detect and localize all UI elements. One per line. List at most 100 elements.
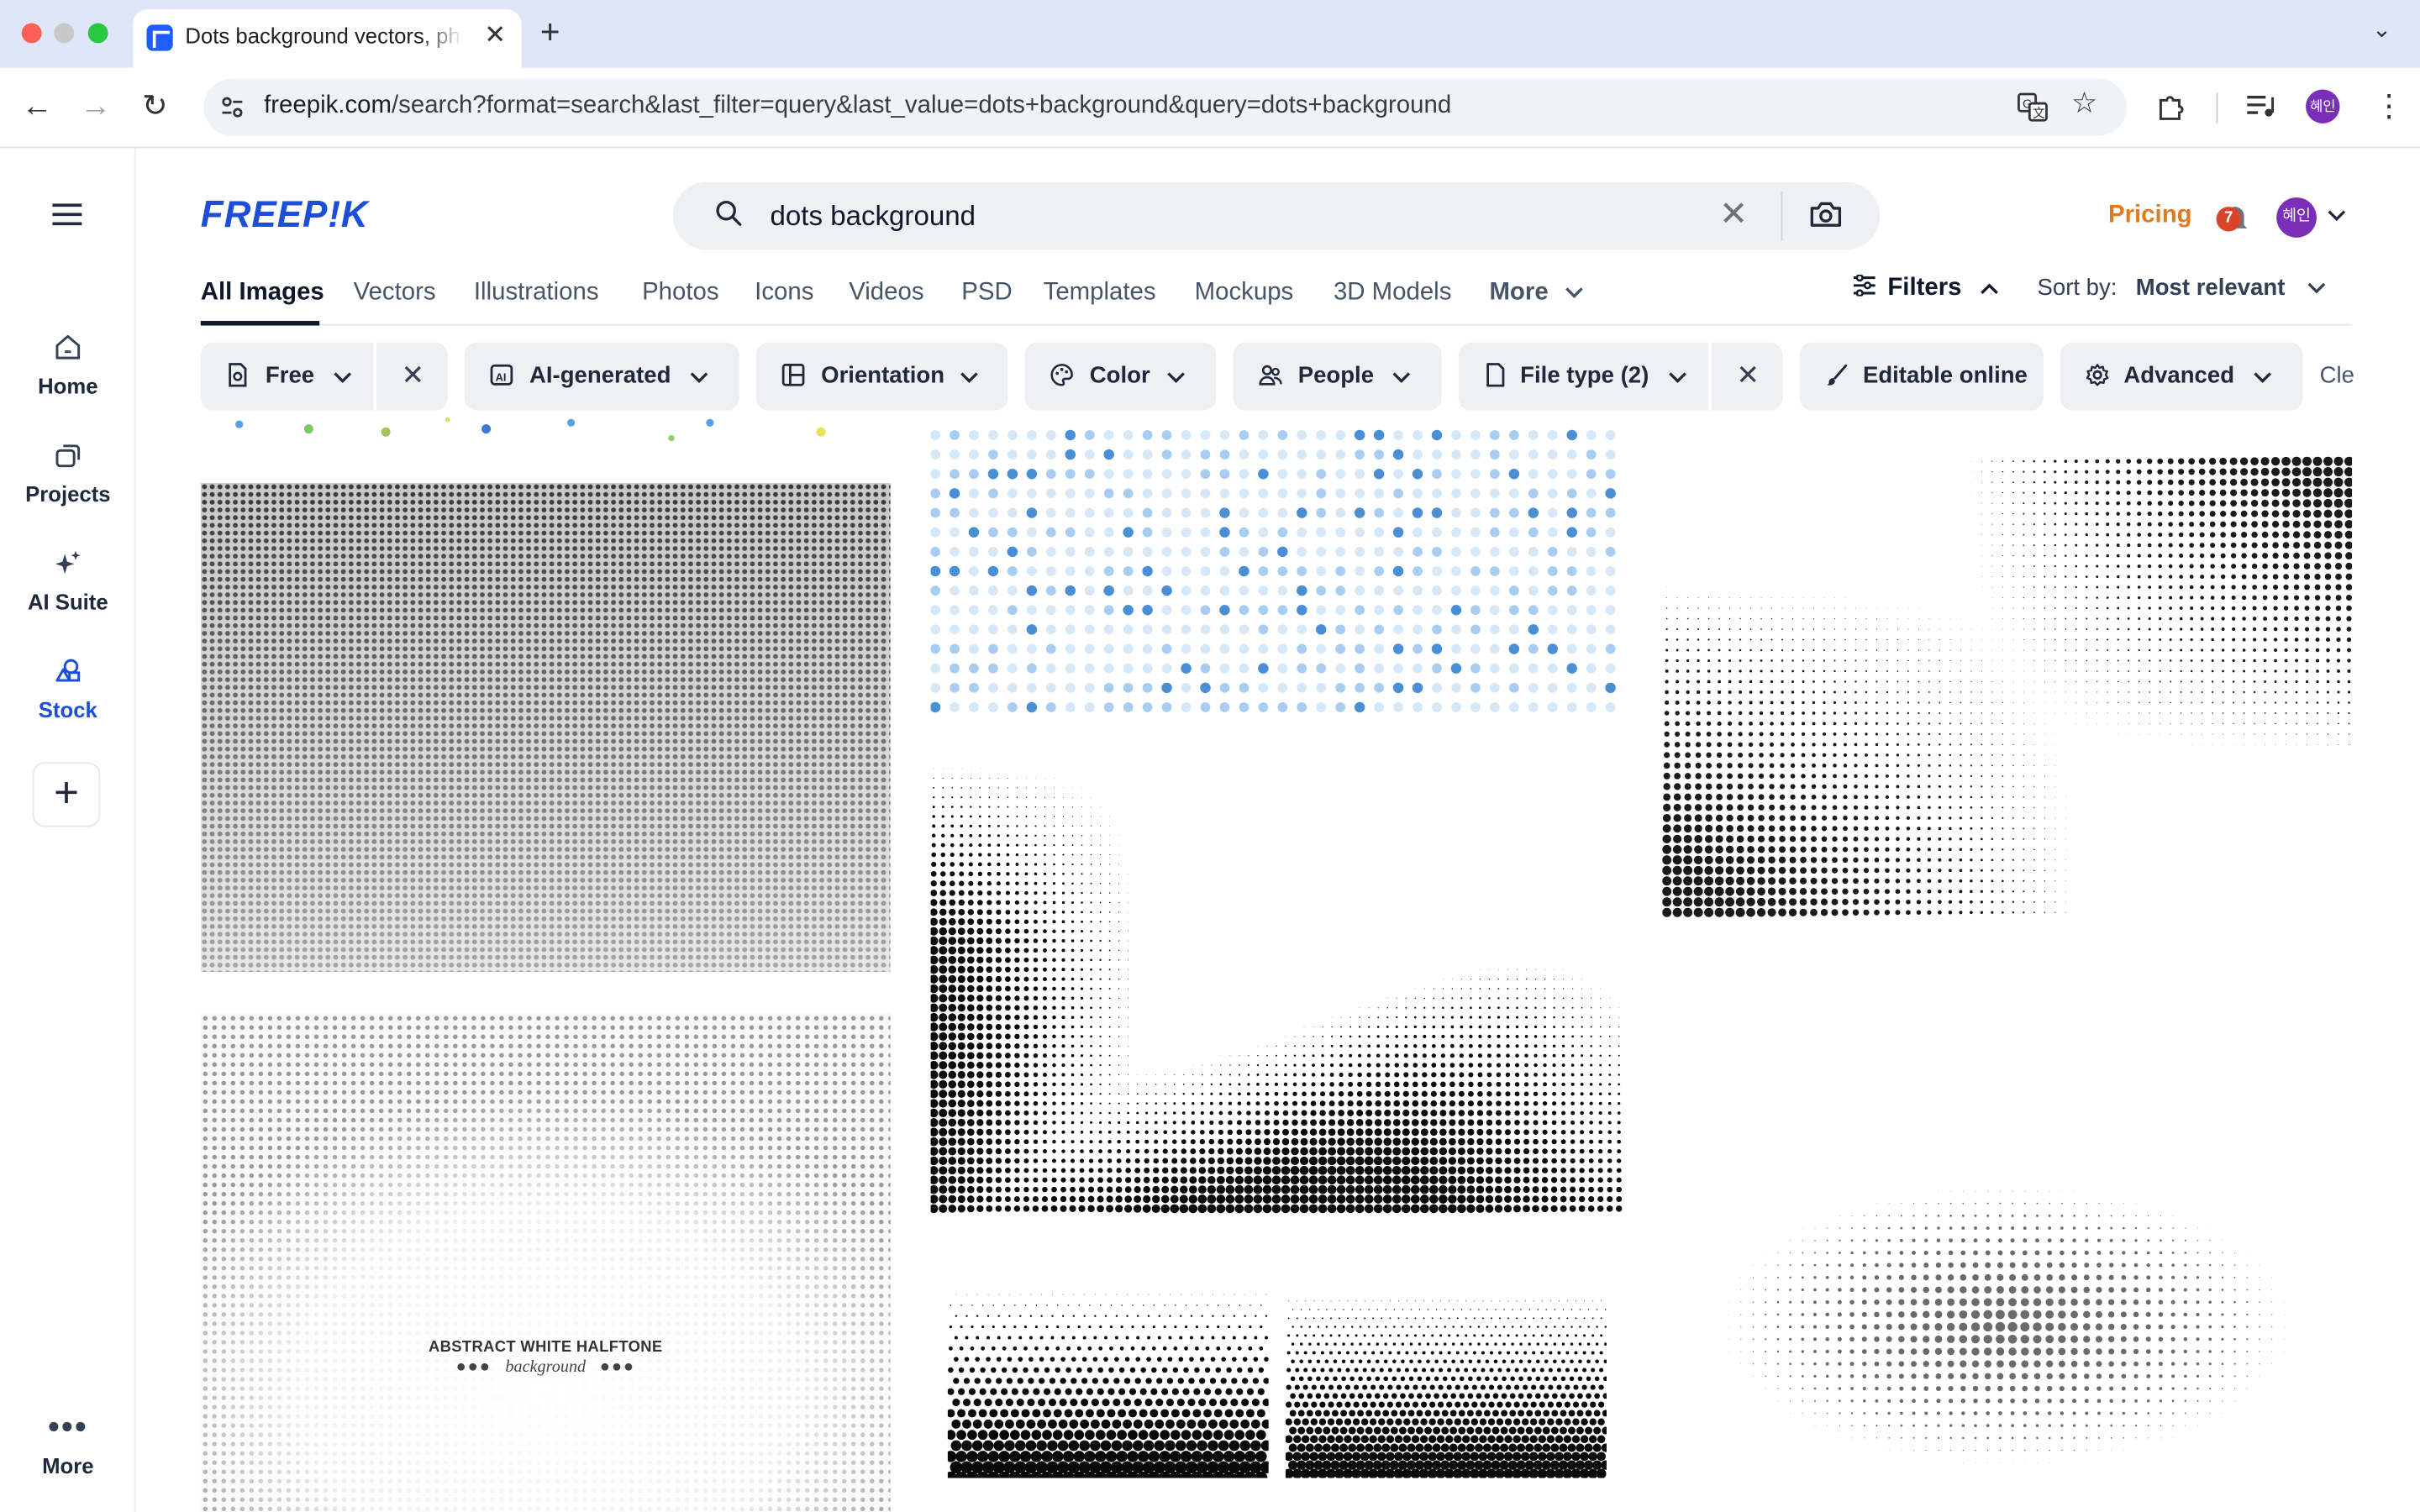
filters-label: Filters (1887, 274, 1962, 302)
chip-label: File type (2) (1520, 362, 1649, 389)
hamburger-menu-icon[interactable] (52, 203, 82, 226)
url-text[interactable]: freepik.com/search?format=search&last_fi… (264, 92, 1451, 120)
result-image-diagonal-halftone[interactable] (1662, 456, 2353, 923)
bookmark-star-icon[interactable]: ☆ (2071, 90, 2097, 119)
back-arrow-icon[interactable]: ← (22, 88, 53, 125)
close-window-button[interactable] (21, 23, 42, 44)
result-image-gradient-halftone-left[interactable] (947, 1280, 1269, 1478)
tab-3d-models[interactable]: 3D Models (1334, 279, 1451, 307)
chevron-down-icon (690, 372, 708, 384)
result-image-confetti-dots[interactable] (200, 413, 891, 444)
chevron-up-icon (1981, 283, 1999, 295)
tab-videos[interactable]: Videos (849, 279, 923, 307)
clear-search-icon[interactable]: ✕ (1719, 194, 1748, 234)
freepik-logo[interactable]: FREEP!K (201, 194, 369, 237)
media-controls-icon[interactable] (2245, 92, 2276, 120)
remove-filter-icon[interactable]: ✕ (1736, 360, 1760, 392)
chevron-down-icon (960, 372, 978, 384)
filter-chip-orientation[interactable]: Orientation (756, 342, 1008, 411)
tab-mockups[interactable]: Mockups (1195, 279, 1294, 307)
browser-tab[interactable]: Dots background vectors, photos and PSD … (132, 9, 522, 68)
result-image-wave-halftone[interactable] (930, 756, 1623, 1215)
sidebar-item-ai-suite[interactable]: AI Suite (0, 546, 136, 614)
tab-search-chevron-icon[interactable]: ⌄ (2372, 15, 2391, 43)
browser-profile-avatar[interactable]: 혜인 (2306, 89, 2340, 123)
tab-more-label: More (1489, 279, 1549, 306)
tab-vectors[interactable]: Vectors (354, 279, 436, 307)
translate-icon[interactable]: G文 (2018, 92, 2049, 129)
pricing-link[interactable]: Pricing (2108, 202, 2192, 230)
tab-icons[interactable]: Icons (755, 279, 813, 307)
search-divider (1781, 191, 1783, 241)
remove-filter-icon[interactable]: ✕ (402, 360, 425, 392)
address-bar[interactable]: freepik.com/search?format=search&last_fi… (203, 78, 2128, 136)
tab-photos[interactable]: Photos (642, 279, 718, 307)
tab-close-icon[interactable]: ✕ (484, 20, 506, 51)
chevron-down-icon[interactable] (2328, 202, 2346, 227)
result-image-blue-dots[interactable] (930, 419, 1623, 717)
gear-icon (2086, 364, 2109, 386)
sidebar-item-label: AI Suite (27, 589, 108, 615)
sort-dropdown[interactable]: Sort by: Most relevant (2037, 275, 2325, 301)
filter-chip-advanced[interactable]: Advanced (2060, 342, 2303, 411)
filter-chip-people[interactable]: People (1233, 342, 1442, 411)
tab-more[interactable]: More (1489, 279, 1583, 307)
chip-divider (373, 342, 377, 411)
chevron-down-icon (2307, 282, 2325, 294)
tab-all-images[interactable]: All Images (201, 279, 324, 307)
filters-toggle-button[interactable]: Filters (1852, 274, 1999, 302)
browser-menu-icon[interactable]: ⋮ (2374, 88, 2405, 125)
filter-chip-color[interactable]: Color (1024, 342, 1217, 411)
projects-icon (0, 438, 136, 472)
result-image-gradient-halftone-right[interactable] (1286, 1280, 1607, 1478)
camera-search-icon[interactable] (1809, 201, 1843, 228)
image-caption: ABSTRACT WHITE HALFTONE ●●● background ●… (201, 1339, 891, 1376)
minimize-window-button[interactable] (54, 23, 75, 44)
chip-label: People (1297, 362, 1375, 389)
reload-icon[interactable]: ↻ (142, 88, 168, 125)
user-avatar[interactable]: 혜인 (2276, 197, 2317, 238)
search-icon (716, 200, 742, 226)
chevron-down-icon (1167, 372, 1185, 384)
tab-psd[interactable]: PSD (961, 279, 1012, 307)
new-tab-icon[interactable]: + (540, 13, 560, 53)
filter-chip-free[interactable]: Free ✕ (200, 342, 448, 411)
site-settings-icon[interactable] (219, 94, 245, 120)
create-plus-button[interactable]: + (32, 762, 101, 827)
sidebar-item-more[interactable]: ••• More (0, 1410, 136, 1478)
sidebar-item-label: Home (38, 373, 98, 398)
chip-label: Advanced (2123, 362, 2235, 389)
filter-chip-ai-generated[interactable]: AI AI-generated (464, 342, 739, 411)
tab-illustrations[interactable]: Illustrations (474, 279, 599, 307)
chip-divider (1708, 342, 1712, 411)
result-image-white-halftone[interactable]: ABSTRACT WHITE HALFTONE ●●● background ●… (200, 1013, 891, 1512)
license-icon (229, 363, 247, 387)
filter-chip-file-type[interactable]: File type (2) ✕ (1458, 342, 1783, 411)
forward-arrow-icon[interactable]: → (81, 88, 112, 125)
result-image-grey-dot-field[interactable] (1697, 1123, 2316, 1491)
category-tabs: All Images Vectors Illustrations Photos … (200, 271, 2353, 326)
sidebar-item-label: Projects (25, 481, 111, 507)
sidebar-item-projects[interactable]: Projects (0, 438, 136, 507)
left-sidebar: Home Projects AI Suite Stock + ••• More (0, 148, 136, 1512)
tab-strip: Dots background vectors, photos and PSD … (0, 0, 2420, 68)
halftone-title: ABSTRACT WHITE HALFTONE (429, 1339, 663, 1357)
sidebar-item-stock[interactable]: Stock (0, 654, 136, 722)
freepik-favicon-icon (146, 24, 173, 51)
clear-filters-button[interactable]: Cle (2320, 363, 2354, 389)
sidebar-item-home[interactable]: Home (0, 330, 136, 398)
toolbar-divider (2216, 92, 2218, 123)
tab-title: Dots background vectors, photos and PSD … (185, 23, 463, 48)
maximize-window-button[interactable] (87, 23, 108, 44)
orientation-icon (781, 364, 805, 386)
chevron-down-icon (1392, 372, 1411, 384)
brush-icon (1826, 364, 1848, 386)
notification-count-badge: 7 (2216, 207, 2241, 232)
result-image-dense-halftone[interactable] (200, 482, 891, 973)
tab-templates[interactable]: Templates (1044, 279, 1156, 307)
filter-chip-editable-online[interactable]: Editable online (1799, 342, 2044, 411)
chip-label: Editable online (1862, 362, 2028, 389)
chip-label: Free (265, 362, 315, 389)
search-input[interactable] (770, 194, 1697, 238)
extensions-icon[interactable] (2156, 91, 2189, 123)
